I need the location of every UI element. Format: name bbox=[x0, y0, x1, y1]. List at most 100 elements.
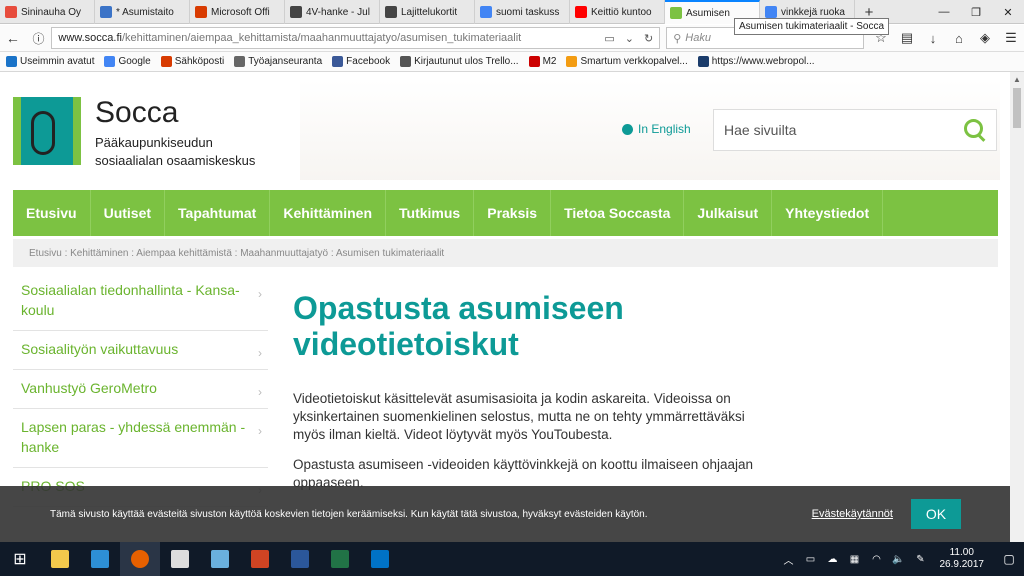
taskbar-app[interactable] bbox=[360, 542, 400, 576]
minimize-icon[interactable]: — bbox=[928, 0, 960, 24]
taskbar-app[interactable] bbox=[120, 542, 160, 576]
taskbar-app[interactable] bbox=[200, 542, 240, 576]
bookmark-favicon-icon bbox=[104, 56, 116, 67]
bookmark-label: https://www.webropol... bbox=[711, 56, 815, 67]
scroll-up-icon[interactable]: ▲ bbox=[1010, 72, 1024, 86]
bookmark-item[interactable]: M2 bbox=[528, 56, 556, 67]
sidebar-item[interactable]: Lapsen paras - yhdessä enemmän -hanke › bbox=[13, 409, 268, 468]
action-icon[interactable]: ▦ bbox=[847, 554, 863, 565]
nav-item[interactable]: Uutiset bbox=[91, 190, 166, 236]
bookmark-item[interactable]: Useimmin avatut bbox=[6, 56, 94, 67]
wifi-icon[interactable]: ◠ bbox=[869, 554, 885, 565]
home-icon[interactable]: ⌂ bbox=[946, 25, 972, 51]
search-placeholder: Haku bbox=[685, 32, 711, 44]
browser-tab[interactable]: * Asumistaito bbox=[95, 0, 190, 24]
download-icon[interactable]: ↓ bbox=[920, 25, 946, 51]
nav-item[interactable]: Yhteystiedot bbox=[772, 190, 884, 236]
taskbar-app[interactable] bbox=[160, 542, 200, 576]
page-scrollbar[interactable]: ▲ bbox=[1010, 72, 1024, 542]
volume-icon[interactable]: 🔈 bbox=[891, 554, 907, 565]
tab-tooltip: Asumisen tukimateriaalit - Socca bbox=[734, 18, 890, 35]
nav-item[interactable]: Julkaisut bbox=[684, 190, 773, 236]
close-icon[interactable]: ✕ bbox=[992, 0, 1024, 24]
bookmark-item[interactable]: Smartum verkkopalvel... bbox=[566, 56, 688, 67]
bookmark-item[interactable]: Työajanseuranta bbox=[234, 56, 322, 67]
search-icon[interactable] bbox=[964, 119, 986, 141]
nav-item[interactable]: Tutkimus bbox=[386, 190, 475, 236]
brand-name[interactable]: Socca bbox=[95, 96, 178, 130]
cookie-policy-link[interactable]: Evästekäytännöt bbox=[812, 508, 893, 520]
browser-tab[interactable]: Microsoft Offi bbox=[190, 0, 285, 24]
tab-favicon-icon bbox=[195, 6, 207, 18]
sidebar-item[interactable]: Sosiaalityön vaikuttavuus › bbox=[13, 331, 268, 370]
language-link[interactable]: In English bbox=[622, 122, 691, 136]
pocket-icon[interactable]: ◈ bbox=[972, 25, 998, 51]
cookie-banner: Tämä sivusto käyttää evästeitä sivuston … bbox=[0, 486, 1010, 542]
url-path: /kehittaminen/aiempaa_kehittamista/maaha… bbox=[121, 32, 522, 44]
url-host: www.socca.fi bbox=[58, 32, 122, 44]
site-search-input[interactable]: Hae sivuilta bbox=[713, 109, 997, 151]
clock[interactable]: 11.00 26.9.2017 bbox=[940, 547, 985, 571]
chevron-right-icon: › bbox=[258, 385, 262, 399]
info-icon[interactable]: ⓘ bbox=[26, 25, 52, 51]
browser-tab[interactable]: Sininauha Oy bbox=[0, 0, 95, 24]
bookmark-item[interactable]: Kirjautunut ulos Trello... bbox=[400, 56, 519, 67]
reload-icon[interactable]: ↻ bbox=[644, 32, 653, 45]
nav-item[interactable]: Tapahtumat bbox=[165, 190, 271, 236]
browser-tab[interactable]: suomi taskuss bbox=[475, 0, 570, 24]
nav-item[interactable]: Etusivu bbox=[13, 190, 91, 236]
sidebar-item[interactable]: Vanhustyö GeroMetro › bbox=[13, 370, 268, 409]
bookmark-item[interactable]: Google bbox=[104, 56, 151, 67]
nav-item[interactable]: Tietoa Soccasta bbox=[551, 190, 685, 236]
tab-label: Lajittelukortit bbox=[401, 6, 458, 18]
bookmark-item[interactable]: Sähköposti bbox=[160, 56, 224, 67]
taskbar-app[interactable] bbox=[280, 542, 320, 576]
taskbar-app[interactable] bbox=[80, 542, 120, 576]
library-icon[interactable]: ▤ bbox=[894, 25, 920, 51]
onedrive-icon[interactable]: ☁ bbox=[825, 554, 841, 565]
start-button[interactable]: ⊞ bbox=[0, 542, 40, 576]
scroll-thumb[interactable] bbox=[1013, 88, 1021, 128]
back-icon[interactable]: ← bbox=[0, 25, 26, 51]
sidebar-item-label: Vanhustyö GeroMetro bbox=[21, 380, 157, 396]
taskbar-app[interactable] bbox=[320, 542, 360, 576]
tab-label: Microsoft Offi bbox=[211, 6, 270, 18]
network-icon[interactable]: ▭ bbox=[803, 554, 819, 565]
bookmark-item[interactable]: Facebook bbox=[332, 56, 390, 67]
language-link-label: In English bbox=[638, 122, 691, 136]
cookie-ok-button[interactable]: OK bbox=[911, 499, 961, 529]
browser-tab[interactable]: 4V-hanke - Jul bbox=[285, 0, 380, 24]
browser-tab[interactable]: Lajittelukortit bbox=[380, 0, 475, 24]
file-explorer-icon bbox=[51, 550, 69, 568]
socca-logo[interactable] bbox=[13, 97, 81, 165]
browser-tab[interactable]: Keittiö kuntoo bbox=[570, 0, 665, 24]
bookmark-label: Facebook bbox=[346, 56, 391, 67]
chevron-right-icon: › bbox=[258, 424, 262, 438]
tab-favicon-icon bbox=[670, 7, 682, 19]
bookmark-label: Useimmin avatut bbox=[20, 56, 95, 67]
side-navigation: Sosiaalialan tiedonhallinta - Kansa-koul… bbox=[13, 272, 268, 507]
dropdown-icon[interactable]: ⌄ bbox=[625, 32, 634, 45]
pen-icon[interactable]: ✎ bbox=[913, 554, 929, 565]
site-search-placeholder: Hae sivuilta bbox=[724, 122, 797, 138]
taskbar-app[interactable] bbox=[40, 542, 80, 576]
tray-chevron-icon[interactable]: ︿ bbox=[781, 552, 797, 567]
tab-favicon-icon bbox=[765, 6, 777, 18]
brand-subtitle-line1: Pääkaupunkiseudun bbox=[95, 135, 213, 150]
sidebar-item[interactable]: Sosiaalialan tiedonhallinta - Kansa-koul… bbox=[13, 272, 268, 331]
tab-favicon-icon bbox=[575, 6, 587, 18]
taskbar-app[interactable] bbox=[240, 542, 280, 576]
restore-icon[interactable]: ❐ bbox=[960, 0, 992, 24]
window-controls: — ❐ ✕ bbox=[928, 0, 1024, 24]
windows-logo-icon: ⊞ bbox=[13, 551, 27, 568]
url-bar[interactable]: www.socca.fi /kehittaminen/aiempaa_kehit… bbox=[51, 27, 661, 49]
bookmark-favicon-icon bbox=[528, 56, 540, 67]
notification-icon[interactable]: ▢ bbox=[994, 552, 1024, 566]
breadcrumb[interactable]: Etusivu : Kehittäminen : Aiempaa kehittä… bbox=[13, 239, 998, 267]
reader-view-icon[interactable]: ▭ bbox=[604, 32, 614, 45]
menu-icon[interactable]: ☰ bbox=[998, 25, 1024, 51]
bookmark-item[interactable]: https://www.webropol... bbox=[697, 56, 815, 67]
nav-item[interactable]: Praksis bbox=[474, 190, 552, 236]
nav-item[interactable]: Kehittäminen bbox=[270, 190, 387, 236]
clock-time: 11.00 bbox=[949, 547, 974, 558]
